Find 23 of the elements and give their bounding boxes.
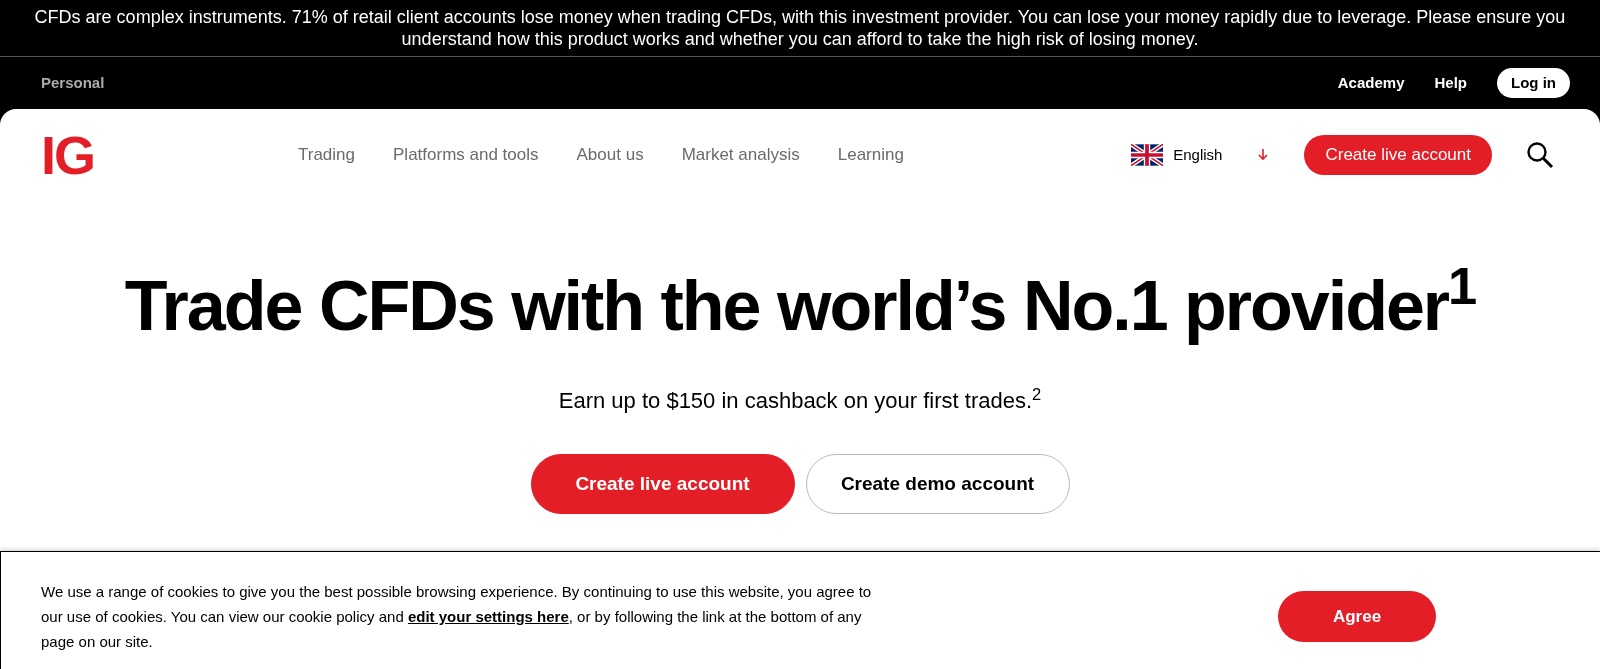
cookie-notice: We use a range of cookies to give you the best possible browsing experience. By continuing to use this website, you agree to our use of cookies. You can view our cookie policy and edit your settings here, or by following the link at the bottom of any page on our site. [41, 582, 873, 652]
search-icon[interactable] [1526, 141, 1554, 169]
login-button[interactable]: Log in [1497, 68, 1570, 98]
create-demo-account-button[interactable]: Create demo account [805, 454, 1070, 514]
nav-item[interactable]: Trading [298, 142, 355, 168]
segment-link[interactable]: Personal [41, 71, 105, 95]
hero-subtitle: Earn up to $150 in cashback on your first trades.$^{2}$ [558, 384, 1042, 415]
create-live-account-button[interactable]: Create live account [530, 454, 795, 514]
top-link[interactable]: Help [1434, 71, 1467, 95]
nav-item[interactable]: Market analysis [681, 142, 800, 168]
flag-icon [1131, 144, 1164, 166]
logo[interactable]: IG [41, 128, 298, 182]
nav-item[interactable]: About us [576, 142, 644, 168]
top-link[interactable]: Academy [1337, 71, 1405, 95]
nav-item[interactable]: Learning [837, 142, 904, 168]
cookie-settings-link[interactable]: edit your settings here [407, 608, 569, 625]
arrow-down-icon [1258, 149, 1269, 161]
language-selector[interactable]: English [1131, 143, 1269, 167]
nav-item[interactable]: Platforms and tools [393, 142, 539, 168]
create-account-button[interactable]: Create live account [1304, 135, 1492, 175]
risk-warning: CFDs are complex instruments. 71% of retail client accounts lose money when trading CFDs, with this investment provider. You can lose your money rapidly due to leverage. Please ensure you understand how this product works and whether you can afford to take the high risk of losing money. [33, 6, 1567, 50]
hero-title: Trade CFDs with the world’s No.1 provider$^{1}$ [124, 266, 1476, 346]
agree-button[interactable]: Agree [1278, 591, 1436, 642]
